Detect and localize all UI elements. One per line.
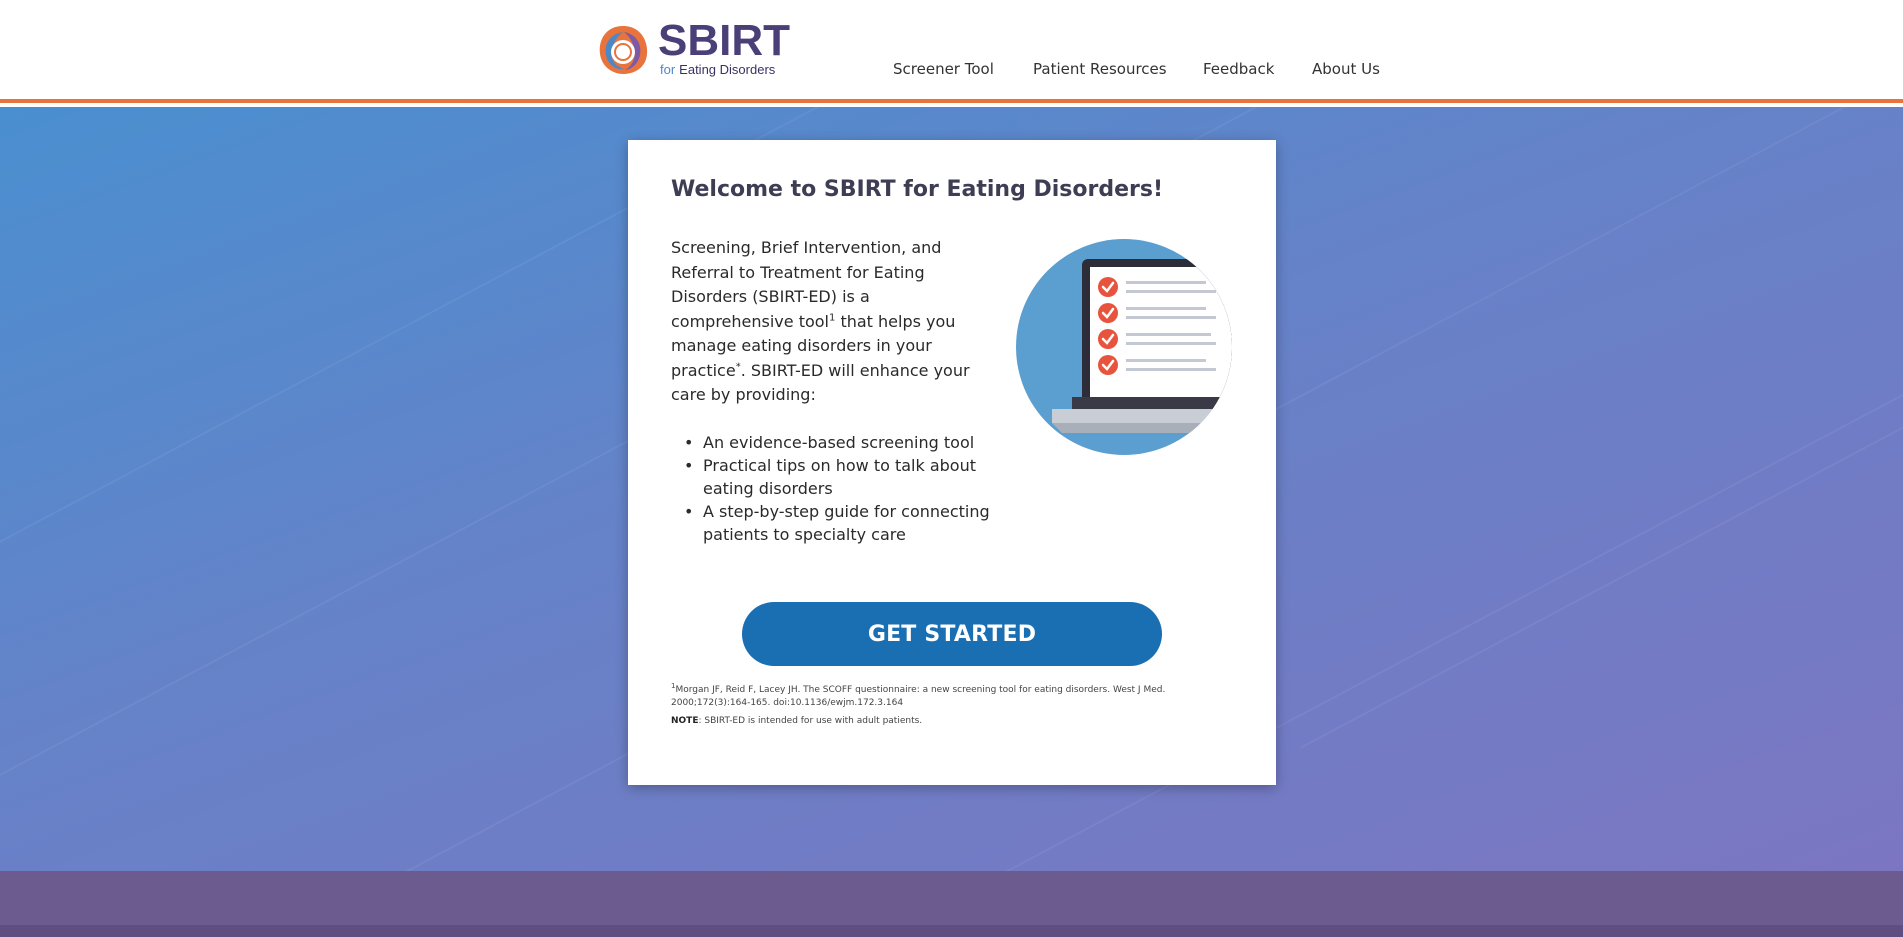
list-item: Practical tips on how to talk about eati…: [671, 454, 1001, 500]
citation-footnote: 1Morgan JF, Reid F, Lacey JH. The SCOFF …: [671, 680, 1191, 710]
logo-title: SBIRT: [658, 16, 790, 65]
nav-screener-tool[interactable]: Screener Tool: [893, 60, 994, 78]
footnote-text: Morgan JF, Reid F, Lacey JH. The SCOFF q…: [671, 685, 1166, 708]
note-text: : SBIRT-ED is intended for use with adul…: [698, 716, 923, 726]
list-item: A step-by-step guide for connecting pati…: [671, 500, 1001, 546]
benefits-list: An evidence-based screening tool Practic…: [671, 431, 1001, 546]
get-started-button[interactable]: GET STARTED: [742, 602, 1162, 666]
laptop-checklist-icon: [1012, 237, 1238, 457]
welcome-card: Welcome to SBIRT for Eating Disorders! S…: [628, 140, 1276, 785]
decorative-streak: [1300, 107, 1903, 749]
site-logo[interactable]: SBIRT for Eating Disorders: [594, 18, 804, 82]
nav-feedback[interactable]: Feedback: [1203, 60, 1274, 78]
site-header: SBIRT for Eating Disorders Screener Tool …: [0, 0, 1903, 103]
logo-subtitle: for Eating Disorders: [660, 62, 775, 77]
page-footer: [0, 871, 1903, 937]
nav-about-us[interactable]: About Us: [1312, 60, 1380, 78]
logo-mark-icon: [599, 26, 648, 74]
nav-patient-resources[interactable]: Patient Resources: [1033, 60, 1167, 78]
note-label: NOTE: [671, 716, 699, 726]
welcome-title: Welcome to SBIRT for Eating Disorders!: [671, 177, 1164, 202]
adult-patients-note: NOTE: SBIRT-ED is intended for use with …: [671, 716, 922, 726]
logo-subtitle-text: Eating Disorders: [679, 62, 776, 77]
intro-paragraph: Screening, Brief Intervention, and Refer…: [671, 236, 991, 408]
logo-subtitle-for: for: [660, 62, 676, 77]
list-item: An evidence-based screening tool: [671, 431, 1001, 454]
